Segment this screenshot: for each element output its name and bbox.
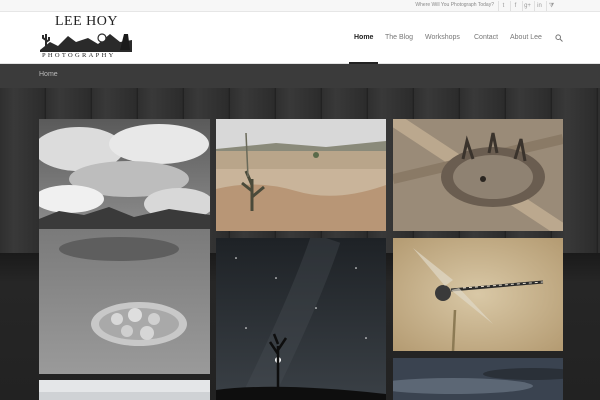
nav-home[interactable]: Home (348, 12, 380, 64)
photo-storm-sky[interactable] (393, 358, 563, 400)
nav-the-blog[interactable]: The Blog (385, 12, 413, 64)
top-bar: Where Will You Photograph Today? t f g+ … (0, 0, 600, 12)
breadcrumb-home[interactable]: Home (39, 71, 58, 78)
nav-about-lee[interactable]: About Lee (510, 12, 542, 64)
photo-bottom-left-tile[interactable] (39, 380, 210, 400)
tagline: Where Will You Photograph Today? (415, 2, 494, 8)
site-logo[interactable]: LEE HOY PHOTOGRAPHY (40, 14, 132, 62)
nav-workshops[interactable]: Workshops (425, 12, 460, 64)
photo-dragonfly[interactable] (393, 238, 563, 351)
logo-subtitle: PHOTOGRAPHY (42, 52, 116, 59)
photo-desert-cactus-bw[interactable] (39, 119, 210, 374)
google-plus-icon[interactable]: g+ (522, 1, 532, 11)
photo-cholla-grassland[interactable] (216, 119, 386, 231)
twitter-icon[interactable]: t (498, 1, 508, 11)
photo-horned-lizard[interactable] (393, 119, 563, 231)
breadcrumb: Home (0, 64, 600, 88)
photo-milky-way-agave[interactable] (216, 238, 386, 400)
search-icon[interactable] (555, 34, 563, 42)
facebook-icon[interactable]: f (510, 1, 520, 11)
site-header: LEE HOY PHOTOGRAPHY Home The Blog Worksh… (0, 12, 600, 64)
logo-landscape (40, 33, 132, 52)
nav-contact[interactable]: Contact (474, 12, 498, 64)
linkedin-icon[interactable]: in (534, 1, 544, 11)
rss-icon[interactable]: ⧩ (546, 1, 556, 11)
